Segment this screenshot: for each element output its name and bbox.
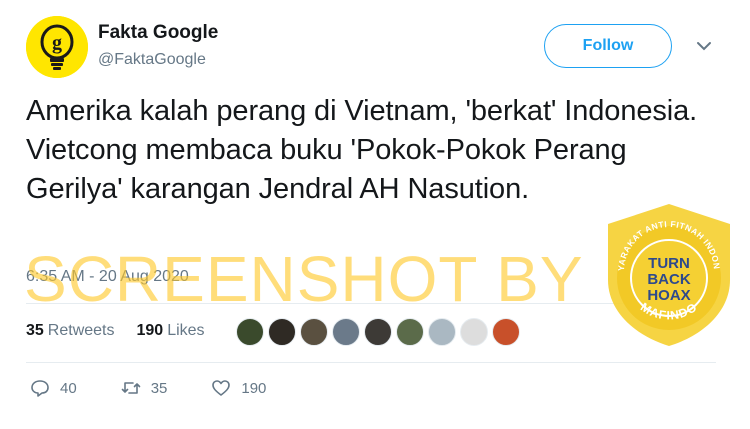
lightbulb-g-logo-icon: g — [26, 16, 88, 78]
liker-avatars — [236, 318, 520, 346]
liker-avatar-icon[interactable] — [364, 318, 392, 346]
divider — [26, 303, 716, 304]
engagement-stats: 35 Retweets 190 Likes — [26, 322, 205, 340]
reply-icon — [31, 380, 49, 397]
likes-label: Likes — [167, 322, 205, 339]
badge-line-2: BACK — [647, 271, 690, 288]
tweet-actions: 40 35 190 — [30, 378, 310, 398]
liker-avatar-icon[interactable] — [332, 318, 360, 346]
reply-count: 40 — [60, 379, 77, 397]
liker-avatar-icon[interactable] — [492, 318, 520, 346]
svg-text:MASYARAKAT ANTI FITNAH INDONES: MASYARAKAT ANTI FITNAH INDONESIA — [602, 200, 722, 271]
likes-stat[interactable]: 190 Likes — [137, 322, 205, 340]
tweet-timestamp[interactable]: 6:35 AM - 20 Aug 2020 — [26, 268, 189, 286]
liker-avatar-icon[interactable] — [300, 318, 328, 346]
tweet-text: Amerika kalah perang di Vietnam, 'berkat… — [26, 95, 698, 205]
turnbackhoax-badge-icon: MASYARAKAT ANTI FITNAH INDONESIA MAFINDO… — [602, 200, 730, 346]
retweet-count: 35 — [150, 379, 168, 397]
retweets-count: 35 — [26, 322, 44, 339]
heart-icon — [212, 380, 231, 396]
svg-text:g: g — [52, 32, 62, 54]
follow-button[interactable]: Follow — [544, 24, 672, 68]
divider — [26, 362, 716, 363]
display-name[interactable]: Fakta Google — [98, 22, 218, 44]
liker-avatar-icon[interactable] — [396, 318, 424, 346]
reply-button[interactable]: 40 — [30, 378, 77, 398]
retweet-icon — [121, 382, 140, 394]
liker-avatar-icon[interactable] — [460, 318, 488, 346]
user-handle[interactable]: @FaktaGoogle — [98, 51, 206, 69]
badge-line-3: HOAX — [647, 287, 690, 304]
liker-avatar-icon[interactable] — [236, 318, 264, 346]
badge-ring-top: MASYARAKAT ANTI FITNAH INDONESIA — [602, 200, 722, 271]
like-count: 190 — [241, 379, 267, 397]
badge-line-1: TURN — [648, 255, 690, 272]
retweets-label: Retweets — [47, 322, 115, 339]
liker-avatar-icon[interactable] — [268, 318, 296, 346]
likes-count: 190 — [136, 322, 164, 339]
like-button[interactable]: 190 — [211, 378, 266, 398]
retweet-button[interactable]: 35 — [121, 378, 168, 398]
avatar[interactable]: g — [26, 16, 88, 78]
liker-avatar-icon[interactable] — [428, 318, 456, 346]
chevron-down-icon[interactable] — [694, 36, 714, 56]
retweets-stat[interactable]: 35 Retweets — [26, 322, 115, 340]
